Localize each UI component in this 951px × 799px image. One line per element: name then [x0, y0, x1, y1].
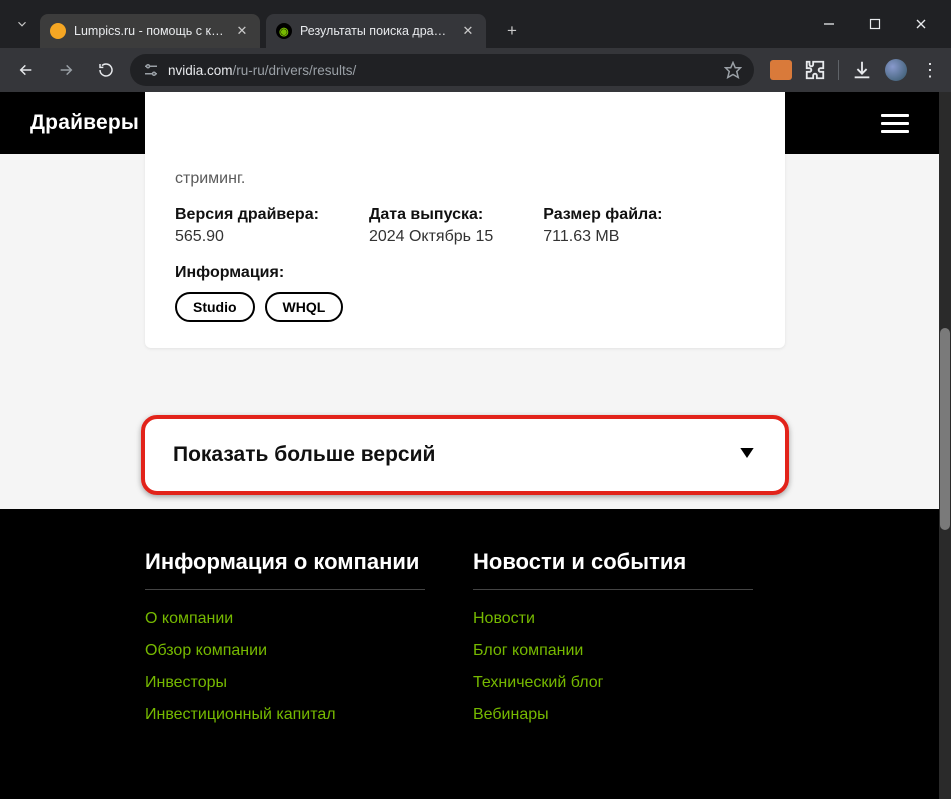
url-domain: nvidia.com	[168, 63, 233, 78]
nav-reload-button[interactable]	[90, 54, 122, 86]
show-more-versions-label: Показать больше версий	[173, 443, 435, 467]
driver-size-label: Размер файла:	[543, 206, 662, 224]
footer-link-venture[interactable]: Инвестиционный капитал	[145, 706, 425, 724]
show-more-versions-button[interactable]: Показать больше версий	[145, 419, 785, 491]
info-pill-studio[interactable]: Studio	[175, 292, 255, 322]
tab-title: Lumpics.ru - помощь с компь	[74, 24, 226, 38]
vertical-scrollbar[interactable]	[939, 92, 951, 799]
driver-card: стриминг. Версия драйвера: 565.90 Дата в…	[145, 92, 785, 348]
driver-size-value: 711.63 MB	[543, 228, 662, 246]
browser-toolbar: nvidia.com/ru-ru/drivers/results/ ⋮	[0, 48, 951, 92]
downloads-icon[interactable]	[851, 59, 873, 81]
url-text: nvidia.com/ru-ru/drivers/results/	[168, 63, 716, 78]
tab-search-button[interactable]	[8, 10, 36, 38]
extensions-puzzle-icon[interactable]	[804, 59, 826, 81]
window-minimize-button[interactable]	[807, 9, 851, 39]
nav-back-button[interactable]	[10, 54, 42, 86]
footer-link-techblog[interactable]: Технический блог	[473, 674, 753, 692]
window-close-button[interactable]	[899, 9, 943, 39]
new-tab-button[interactable]: +	[498, 17, 526, 45]
scrollbar-thumb[interactable]	[940, 328, 950, 530]
driver-info-label: Информация:	[175, 264, 755, 282]
footer-link-about[interactable]: О компании	[145, 610, 425, 628]
profile-avatar[interactable]	[885, 59, 907, 81]
driver-version-value: 565.90	[175, 228, 319, 246]
tab-title: Результаты поиска драйверов	[300, 24, 452, 38]
footer-link-overview[interactable]: Обзор компании	[145, 642, 425, 660]
footer-col-company: Информация о компании О компании Обзор к…	[145, 549, 425, 738]
tab-nvidia-active[interactable]: ◉ Результаты поиска драйверов ✕	[266, 14, 486, 48]
tab-lumpics[interactable]: Lumpics.ru - помощь с компь ✕	[40, 14, 260, 48]
page-title: Драйверы	[30, 111, 139, 135]
window-controls	[807, 9, 943, 39]
nav-forward-button[interactable]	[50, 54, 82, 86]
footer-heading-news: Новости и события	[473, 549, 753, 590]
favicon-nvidia: ◉	[276, 23, 292, 39]
favicon-lumpics	[50, 23, 66, 39]
info-pill-whql[interactable]: WHQL	[265, 292, 344, 322]
driver-date-label: Дата выпуска:	[369, 206, 493, 224]
footer-heading-company: Информация о компании	[145, 549, 425, 590]
page-viewport: Драйверы стриминг. Версия драйвера: 565.…	[0, 92, 951, 799]
page-footer: Информация о компании О компании Обзор к…	[0, 509, 939, 799]
bookmark-star-icon[interactable]	[724, 61, 742, 79]
tab-close-button[interactable]: ✕	[460, 23, 476, 39]
footer-col-news: Новости и события Новости Блог компании …	[473, 549, 753, 738]
browser-titlebar: Lumpics.ru - помощь с компь ✕ ◉ Результа…	[0, 0, 951, 48]
extension-metamask-icon[interactable]	[770, 59, 792, 81]
footer-link-blog[interactable]: Блог компании	[473, 642, 753, 660]
footer-link-webinars[interactable]: Вебинары	[473, 706, 753, 724]
browser-menu-button[interactable]: ⋮	[919, 59, 941, 81]
url-path: /ru-ru/drivers/results/	[233, 63, 357, 78]
window-maximize-button[interactable]	[853, 9, 897, 39]
driver-date-value: 2024 Октябрь 15	[369, 228, 493, 246]
footer-link-news[interactable]: Новости	[473, 610, 753, 628]
toolbar-divider	[838, 60, 839, 80]
footer-link-investors[interactable]: Инвесторы	[145, 674, 425, 692]
site-info-icon[interactable]	[142, 61, 160, 79]
toolbar-right: ⋮	[770, 59, 941, 81]
chevron-down-icon	[737, 446, 757, 465]
driver-description-fragment: стриминг.	[175, 170, 755, 188]
tab-close-button[interactable]: ✕	[234, 23, 250, 39]
menu-hamburger-button[interactable]	[881, 114, 909, 133]
address-bar[interactable]: nvidia.com/ru-ru/drivers/results/	[130, 54, 754, 86]
page-content: стриминг. Версия драйвера: 565.90 Дата в…	[0, 154, 939, 799]
driver-version-label: Версия драйвера:	[175, 206, 319, 224]
